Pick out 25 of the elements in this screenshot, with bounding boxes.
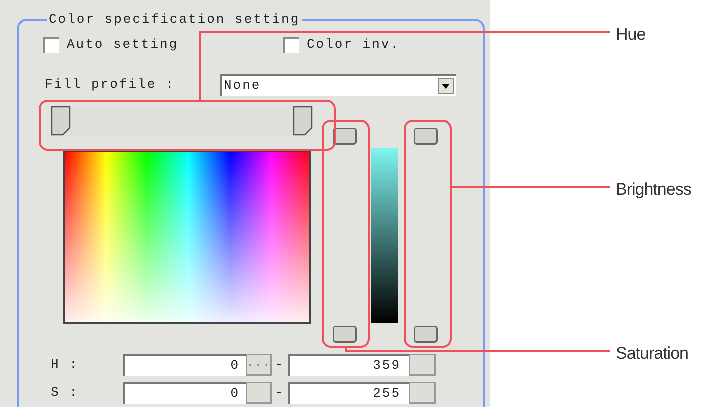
slider-thumb[interactable] [333,128,357,144]
min-value-field[interactable]: 0 [123,354,246,376]
callout-label: Saturation [616,343,688,365]
slider-thumb[interactable] [293,106,313,136]
fill-profile-dropdown[interactable]: None [220,74,456,96]
checkbox[interactable] [43,36,59,52]
range-label: H : [50,356,80,374]
callout-label: Brightness [616,179,692,201]
checkbox-label: Auto setting [67,36,179,54]
checkbox-label: Color inv. [307,36,400,54]
fill-profile-label: Fill profile : [44,76,176,94]
checkbox[interactable] [283,36,299,52]
slider-thumb[interactable] [414,128,438,144]
min-value-field[interactable]: 0 [123,382,246,404]
range-label: S : [50,384,80,402]
color-spectrum[interactable] [63,150,311,324]
max-value-field[interactable]: 359 [288,354,409,376]
callout-label: Hue [616,24,646,46]
group-title: Color specification setting [48,11,302,29]
range-dash: - [274,356,286,374]
slider-thumb[interactable] [333,326,357,342]
max-value-field[interactable]: 255 [288,382,409,404]
slider-thumb[interactable] [51,106,71,136]
range-dash: - [274,384,286,402]
slider-thumb[interactable] [414,326,438,342]
